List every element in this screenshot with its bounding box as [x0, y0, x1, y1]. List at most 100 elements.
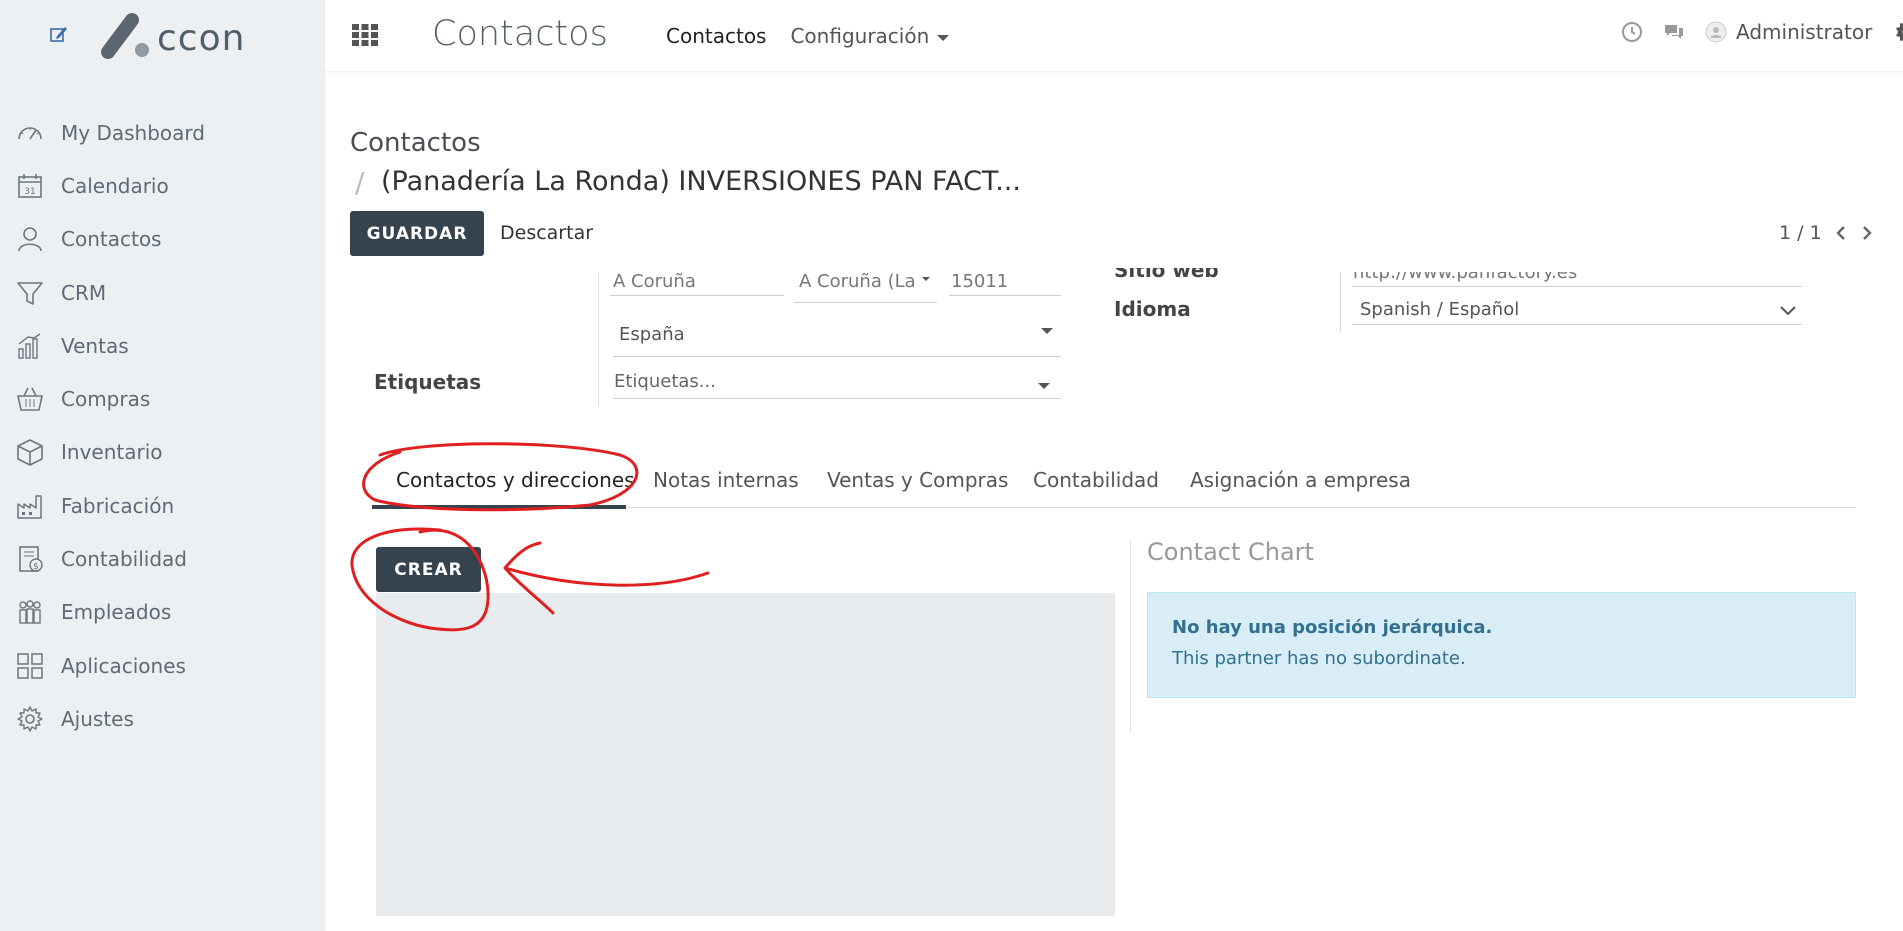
- sidebar-item-purchases[interactable]: Compras: [0, 372, 325, 425]
- box-icon: [17, 439, 43, 467]
- create-button[interactable]: CREAR: [376, 547, 481, 592]
- people-icon: [19, 600, 41, 625]
- user-icon: [18, 227, 42, 252]
- sidebar-item-sales[interactable]: Ventas: [0, 319, 325, 372]
- breadcrumb-separator: /: [355, 166, 365, 199]
- sidebar: ccon My Dashboard 31 Calendario Contacto…: [0, 0, 325, 931]
- chevron-right-icon[interactable]: [1860, 225, 1874, 241]
- menu-contacts[interactable]: Contactos: [666, 24, 766, 48]
- city-field[interactable]: A Coruña: [613, 271, 783, 292]
- language-underline: [1352, 324, 1802, 325]
- brand-logo-text: ccon: [157, 18, 246, 59]
- bar-chart-icon: [18, 333, 41, 359]
- pager-value[interactable]: 1 / 1: [1779, 222, 1822, 244]
- menu-configuration[interactable]: Configuración: [790, 24, 950, 48]
- sidebar-menu: My Dashboard 31 Calendario Contactos CRM…: [0, 106, 325, 746]
- zip-field[interactable]: 15011: [951, 271, 1061, 292]
- tab-company-assignment[interactable]: Asignación a empresa: [1190, 468, 1411, 492]
- column-divider: [1130, 540, 1131, 733]
- chevron-down-icon: [922, 277, 930, 281]
- save-button[interactable]: GUARDAR: [350, 211, 484, 256]
- avatar: [1705, 21, 1727, 43]
- svg-text:31: 31: [24, 187, 35, 197]
- tab-internal-notes[interactable]: Notas internas: [653, 468, 799, 492]
- apps-menu-icon[interactable]: [352, 24, 378, 46]
- sidebar-item-label: Ventas: [61, 333, 129, 358]
- sidebar-item-calendar[interactable]: 31 Calendario: [0, 159, 325, 212]
- sidebar-item-accounting[interactable]: $ Contabilidad: [0, 532, 325, 585]
- edit-icon[interactable]: [49, 24, 69, 44]
- state-field[interactable]: A Coruña (La C: [799, 271, 919, 292]
- basket-icon: [17, 387, 43, 411]
- country-underline: [613, 356, 1061, 357]
- sidebar-item-settings[interactable]: Ajustes: [0, 692, 325, 745]
- state-underline: [794, 302, 937, 303]
- tags-input[interactable]: Etiquetas...: [614, 371, 1014, 392]
- sidebar-item-contacts[interactable]: Contactos: [0, 213, 325, 266]
- tab-accounting[interactable]: Contabilidad: [1033, 468, 1159, 492]
- zip-underline: [949, 295, 1061, 296]
- country-field[interactable]: España: [619, 324, 1019, 345]
- form-divider-right: [1340, 272, 1341, 332]
- gauge-icon: [18, 126, 42, 140]
- sidebar-item-label: Contabilidad: [61, 547, 187, 572]
- sidebar-item-inventory[interactable]: Inventario: [0, 426, 325, 479]
- sidebar-item-label: Fabricación: [61, 493, 175, 518]
- website-label: Sitio web: [1114, 258, 1219, 282]
- svg-text:$: $: [33, 562, 39, 572]
- active-tab-indicator: [372, 505, 626, 509]
- contact-chart-title: Contact Chart: [1147, 538, 1314, 566]
- breadcrumb-parent[interactable]: Contactos: [350, 128, 481, 158]
- top-menu: Contactos Configuración: [666, 24, 950, 48]
- sidebar-item-label: CRM: [61, 280, 107, 305]
- chevron-down-icon[interactable]: [1779, 305, 1797, 317]
- menu-configuration-label: Configuración: [790, 24, 930, 48]
- sidebar-item-label: Aplicaciones: [61, 653, 186, 678]
- systray: Administrator: [1620, 20, 1903, 44]
- language-label: Idioma: [1114, 297, 1191, 321]
- gear-icon[interactable]: [1894, 20, 1903, 44]
- breadcrumb-current: (Panadería La Ronda) INVERSIONES PAN FAC…: [381, 166, 1021, 197]
- sidebar-item-apps[interactable]: Aplicaciones: [0, 639, 325, 692]
- brand-logo: [101, 13, 149, 59]
- grid-icon: [17, 652, 43, 679]
- factory-icon: [17, 494, 42, 519]
- sidebar-item-label: Calendario: [61, 173, 169, 198]
- tab-sales-purchases[interactable]: Ventas y Compras: [827, 468, 1008, 492]
- app-title: Contactos: [432, 14, 608, 54]
- sidebar-item-employees[interactable]: Empleados: [0, 586, 325, 639]
- calendar-icon: 31: [18, 173, 42, 198]
- user-menu[interactable]: Administrator: [1704, 20, 1872, 44]
- sidebar-item-manufacturing[interactable]: Fabricación: [0, 479, 325, 532]
- chevron-down-icon[interactable]: [1041, 328, 1053, 334]
- clock-icon[interactable]: [1620, 20, 1644, 44]
- gear-icon: [17, 706, 43, 732]
- funnel-icon: [17, 281, 43, 305]
- sidebar-item-label: Inventario: [61, 440, 163, 465]
- sidebar-item-dashboard[interactable]: My Dashboard: [0, 106, 325, 159]
- website-field[interactable]: http://www.panfactory.es: [1353, 272, 1603, 284]
- invoice-icon: $: [19, 546, 43, 572]
- chat-icon[interactable]: [1662, 20, 1686, 44]
- sidebar-item-label: Contactos: [61, 227, 162, 252]
- sidebar-item-crm[interactable]: CRM: [0, 266, 325, 319]
- language-select[interactable]: Spanish / Español: [1360, 299, 1760, 320]
- user-name: Administrator: [1736, 20, 1873, 44]
- sidebar-item-label: Compras: [61, 387, 151, 412]
- chevron-down-icon: [937, 34, 950, 41]
- sidebar-item-label: My Dashboard: [61, 120, 205, 145]
- hierarchy-alert: No hay una posición jerárquica. This par…: [1147, 592, 1856, 698]
- tab-contacts-addresses[interactable]: Contactos y direcciones: [396, 468, 635, 492]
- notebook-tabs: Contactos y direcciones Notas internas V…: [372, 458, 1856, 509]
- tags-underline: [613, 398, 1061, 399]
- website-underline: [1352, 286, 1802, 287]
- chevron-down-icon[interactable]: [1038, 383, 1050, 389]
- pager: 1 / 1: [1779, 222, 1874, 244]
- discard-button[interactable]: Descartar: [500, 222, 593, 244]
- top-navbar: Contactos Contactos Configuración Admini…: [325, 0, 1903, 72]
- contacts-kanban-area: [376, 593, 1115, 916]
- alert-text: This partner has no subordinate.: [1172, 648, 1466, 669]
- chevron-left-icon[interactable]: [1834, 225, 1848, 241]
- city-underline: [610, 295, 784, 296]
- sidebar-item-label: Empleados: [61, 600, 172, 625]
